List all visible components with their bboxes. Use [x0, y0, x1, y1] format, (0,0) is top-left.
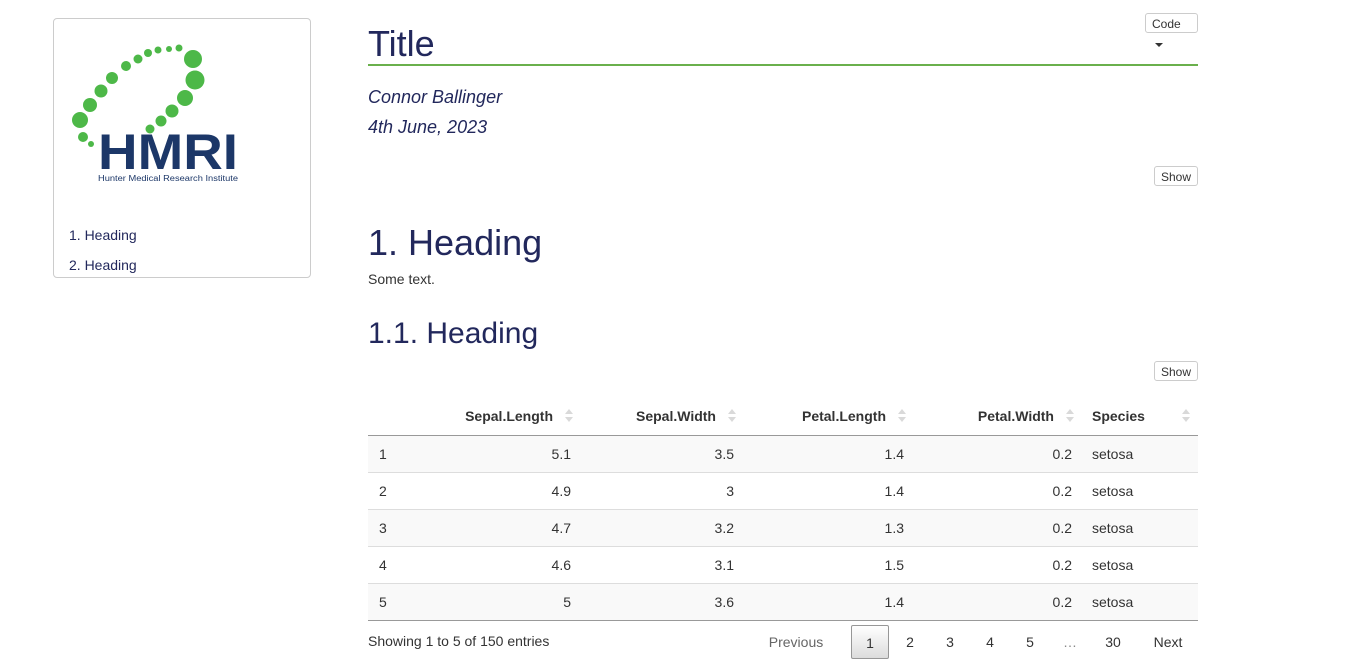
cell-sepal-width: 3	[581, 472, 744, 510]
title-divider	[368, 64, 1198, 66]
column-header-petal-width[interactable]: Petal.Width	[914, 397, 1082, 436]
cell-index: 5	[368, 583, 422, 621]
cell-sepal-length: 4.9	[422, 472, 581, 510]
cell-species: setosa	[1082, 435, 1198, 473]
cell-sepal-width: 3.1	[581, 546, 744, 584]
column-header-sepal-length[interactable]: Sepal.Length	[422, 397, 581, 436]
sort-icon	[565, 409, 573, 423]
table-row: 1 5.1 3.5 1.4 0.2 setosa	[368, 435, 1198, 473]
cell-sepal-width: 3.6	[581, 583, 744, 621]
cell-petal-width: 0.2	[914, 509, 1082, 547]
sort-icon	[1182, 409, 1190, 423]
code-dropdown-button[interactable]: Code	[1145, 13, 1198, 47]
cell-species: setosa	[1082, 472, 1198, 510]
pagination-page-1[interactable]: 1	[851, 625, 889, 659]
pagination-page-5[interactable]: 5	[1013, 625, 1047, 659]
cell-sepal-length: 5.1	[422, 435, 581, 473]
caret-down-icon	[1155, 42, 1163, 47]
column-header-species[interactable]: Species	[1082, 397, 1198, 436]
table-row: 2 4.9 3 1.4 0.2 setosa	[368, 472, 1198, 510]
pagination-page-4[interactable]: 4	[973, 625, 1007, 659]
cell-petal-length: 1.4	[744, 583, 914, 621]
hmri-logo: HMRI Hunter Medical Research Institute	[68, 43, 243, 183]
code-button-label: Code	[1152, 17, 1181, 31]
cell-petal-length: 1.4	[744, 472, 914, 510]
cell-petal-width: 0.2	[914, 435, 1082, 473]
pagination-next[interactable]: Next	[1140, 625, 1196, 659]
table-row: 4 4.6 3.1 1.5 0.2 setosa	[368, 546, 1198, 584]
logo-subtext: Hunter Medical Research Institute	[98, 174, 239, 183]
sort-icon	[898, 409, 906, 423]
date: 4th June, 2023	[368, 117, 488, 137]
cell-petal-width: 0.2	[914, 472, 1082, 510]
cell-species: setosa	[1082, 583, 1198, 621]
show-code-button-2[interactable]: Show	[1153, 361, 1198, 381]
pagination-previous[interactable]: Previous	[758, 625, 834, 659]
cell-index: 1	[368, 435, 422, 473]
cell-index: 2	[368, 472, 422, 510]
cell-petal-length: 1.3	[744, 509, 914, 547]
cell-sepal-length: 4.6	[422, 546, 581, 584]
toc-item-1[interactable]: 1. Heading	[69, 225, 137, 255]
table-row: 5 5 3.6 1.4 0.2 setosa	[368, 583, 1198, 621]
data-table: Sepal.Length Sepal.Width Petal.Length Pe…	[368, 397, 1198, 621]
author: Connor Ballinger	[368, 87, 503, 107]
cell-petal-length: 1.5	[744, 546, 914, 584]
table-of-contents: HMRI Hunter Medical Research Institute 1…	[53, 18, 311, 278]
sort-icon	[1066, 409, 1074, 423]
column-header-index	[368, 397, 422, 436]
cell-species: setosa	[1082, 509, 1198, 547]
section-heading-1: 1. Heading	[368, 222, 543, 263]
table-row: 3 4.7 3.2 1.3 0.2 setosa	[368, 509, 1198, 547]
page-title: Title	[368, 23, 435, 64]
table-header-row: Sepal.Length Sepal.Width Petal.Length Pe…	[368, 397, 1198, 436]
table-info: Showing 1 to 5 of 150 entries	[368, 633, 550, 649]
logo-wordmark: HMRI	[98, 124, 238, 180]
pagination-page-2[interactable]: 2	[893, 625, 927, 659]
cell-index: 3	[368, 509, 422, 547]
section-paragraph: Some text.	[368, 271, 435, 287]
show-code-button-1[interactable]: Show	[1153, 166, 1198, 186]
cell-species: setosa	[1082, 546, 1198, 584]
subsection-heading-1-1: 1.1. Heading	[368, 317, 539, 350]
cell-sepal-length: 5	[422, 583, 581, 621]
pagination-page-30[interactable]: 30	[1094, 625, 1132, 659]
cell-petal-width: 0.2	[914, 546, 1082, 584]
sort-icon	[728, 409, 736, 423]
column-header-sepal-width[interactable]: Sepal.Width	[581, 397, 744, 436]
cell-index: 4	[368, 546, 422, 584]
toc-item-2[interactable]: 2. Heading	[69, 255, 137, 285]
cell-sepal-width: 3.2	[581, 509, 744, 547]
cell-petal-length: 1.4	[744, 435, 914, 473]
column-header-petal-length[interactable]: Petal.Length	[744, 397, 914, 436]
cell-petal-width: 0.2	[914, 583, 1082, 621]
pagination-ellipsis: …	[1063, 634, 1077, 650]
pagination-page-3[interactable]: 3	[933, 625, 967, 659]
toc-list: 1. Heading 2. Heading	[69, 225, 137, 285]
cell-sepal-width: 3.5	[581, 435, 744, 473]
cell-sepal-length: 4.7	[422, 509, 581, 547]
